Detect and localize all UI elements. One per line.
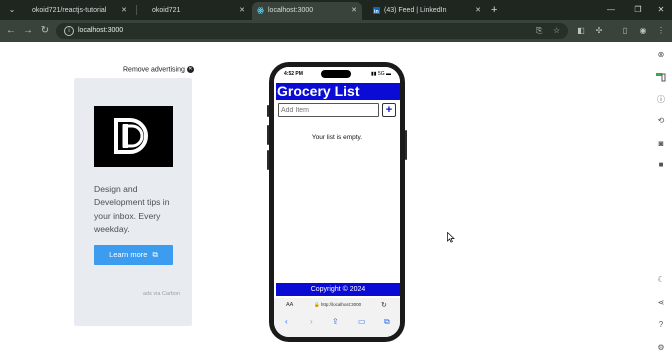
tab-close-icon[interactable]: ✕ [121, 3, 127, 19]
info-icon[interactable]: i [64, 26, 74, 36]
url-text[interactable]: localhost:3000 [78, 26, 123, 36]
status-bar: 4:52 PM ▮▮ 5G ▬ [274, 67, 400, 82]
rotate-icon[interactable]: ⟲ [656, 116, 666, 126]
extension-icon[interactable]: ◧ [575, 24, 587, 38]
mouse-cursor-icon [447, 232, 455, 243]
address-bar[interactable]: i localhost:3000 ⎘ ☆ [56, 23, 568, 39]
tab-localhost[interactable]: localhost:3000 ✕ [252, 2, 362, 20]
install-app-icon[interactable]: ⎘ [536, 26, 542, 36]
safari-bottom-bar: AA 🔒 http://localhost:3000 ↻ ‹ › ⇪ ▭ ⧉ [274, 298, 400, 337]
remove-advertising-link[interactable]: Remove advertising ✕ [123, 66, 194, 73]
sidebar-icon[interactable]: ▯ [619, 24, 631, 38]
phone-side-button [267, 150, 269, 170]
app-title: Grocery List [276, 83, 400, 100]
ad-via-text[interactable]: ads via Carbon [143, 291, 180, 297]
empty-list-message: Your list is empty. [311, 134, 363, 141]
safari-bookmarks-icon[interactable]: ▭ [358, 317, 366, 327]
tab-close-icon[interactable]: ✕ [475, 3, 481, 19]
phone-power-button [405, 130, 407, 160]
remove-advertising-label: Remove advertising [123, 66, 185, 74]
forward-arrow-icon[interactable]: → [22, 24, 34, 38]
tab-close-icon[interactable]: ✕ [239, 3, 245, 19]
back-arrow-icon[interactable]: ← [5, 24, 17, 38]
screenshot-camera-icon[interactable]: ◙ [656, 139, 666, 149]
tab-title: (43) Feed | LinkedIn [384, 7, 447, 14]
external-link-icon: ⧉ [152, 250, 158, 259]
linkedin-favicon-icon: in [373, 7, 380, 14]
tab-linkedin[interactable]: in (43) Feed | LinkedIn ✕ [368, 2, 486, 20]
safari-url-text[interactable]: 🔒 http://localhost:3000 [314, 302, 361, 308]
new-tab-plus-icon[interactable]: + [491, 3, 497, 17]
safari-share-icon[interactable]: ⇪ [332, 317, 339, 327]
maximize-icon[interactable]: ❐ [631, 3, 645, 17]
svg-text:in: in [374, 9, 379, 14]
ad-logo-icon[interactable] [94, 106, 173, 167]
close-circle-icon[interactable]: ✕ [186, 66, 194, 73]
share-icon[interactable]: ⋖ [656, 298, 666, 308]
tab-search-chevron-icon[interactable]: ⌄ [6, 5, 18, 15]
video-camera-icon[interactable]: ■ [656, 160, 666, 170]
react-favicon-icon [257, 7, 264, 14]
device-icon[interactable] [656, 72, 666, 82]
tab-title: okoid721 [152, 7, 181, 14]
status-icons: ▮▮ 5G ▬ [371, 71, 391, 77]
close-circle-icon[interactable]: ⊗ [656, 50, 666, 60]
minimize-icon[interactable]: — [604, 3, 618, 17]
star-icon[interactable]: ☆ [553, 26, 560, 36]
app-footer: Copyright © 2024 [276, 283, 400, 296]
close-window-icon[interactable]: ✕ [654, 3, 668, 17]
info-icon[interactable]: ⓘ [656, 95, 666, 105]
safari-back-icon[interactable]: ‹ [285, 317, 288, 327]
phone-screen: 4:52 PM ▮▮ 5G ▬ Grocery List + Your list… [274, 67, 400, 337]
tab-strip: ⌄ okoid721/reactjs-tutorial ✕ okoid721 ✕… [0, 0, 672, 20]
dynamic-island [321, 70, 351, 78]
settings-gear-icon[interactable]: ⚙ [656, 343, 666, 353]
dark-mode-moon-icon[interactable]: ☾ [656, 275, 666, 285]
tab-close-icon[interactable]: ✕ [351, 3, 357, 19]
tab-okoid721[interactable]: okoid721 ✕ [144, 2, 250, 20]
status-time: 4:52 PM [284, 71, 303, 77]
safari-forward-icon: › [310, 317, 313, 326]
safari-url-value: http://localhost:3000 [320, 302, 362, 307]
puzzle-icon[interactable]: ✣ [593, 24, 605, 38]
learn-more-label: Learn more [109, 250, 148, 259]
toolbar: ← → ↻ i localhost:3000 ⎘ ☆ ◧ ✣ ▯ ◉ ⋮ [0, 20, 672, 42]
help-icon[interactable]: ? [656, 320, 666, 330]
phone-side-button [267, 125, 269, 145]
tab-title: okoid721/reactjs-tutorial [32, 7, 107, 14]
add-item-button[interactable]: + [382, 103, 396, 117]
safari-tabs-icon[interactable]: ⧉ [384, 317, 390, 327]
ad-text[interactable]: Design and Development tips in your inbo… [94, 183, 184, 237]
tab-reactjs-tutorial[interactable]: okoid721/reactjs-tutorial ✕ [24, 2, 132, 20]
safari-reload-icon[interactable]: ↻ [381, 301, 387, 309]
add-item-input[interactable] [278, 103, 379, 117]
tab-title: localhost:3000 [268, 7, 314, 14]
phone-side-button [267, 105, 269, 117]
safari-reader-button[interactable]: AA [286, 302, 293, 308]
profile-icon[interactable]: ◉ [637, 24, 649, 38]
learn-more-button[interactable]: Learn more ⧉ [94, 245, 173, 265]
tab-separator [136, 5, 137, 15]
ad-card: Design and Development tips in your inbo… [74, 78, 192, 326]
kebab-menu-icon[interactable]: ⋮ [655, 24, 667, 38]
reload-icon[interactable]: ↻ [39, 24, 51, 38]
